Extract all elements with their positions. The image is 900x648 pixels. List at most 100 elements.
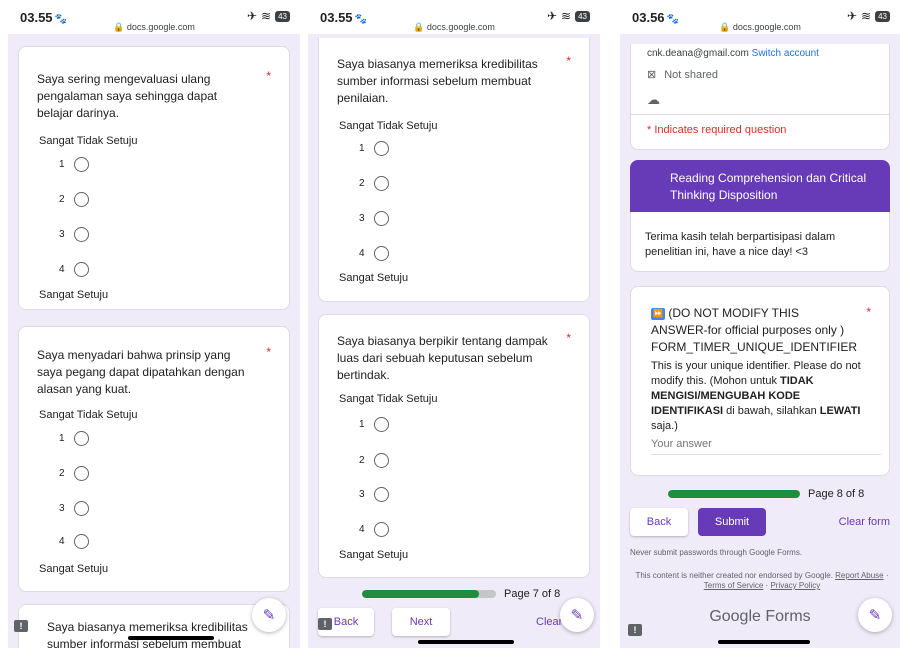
radio-circle[interactable] xyxy=(373,246,389,261)
scale-low-label: Sangat Tidak Setuju xyxy=(339,393,438,405)
home-indicator xyxy=(418,640,514,644)
radio-circle[interactable] xyxy=(73,501,89,516)
radio-option-4[interactable]: 4 xyxy=(359,522,389,537)
radio-circle[interactable] xyxy=(373,487,389,502)
url-text: docs.google.com xyxy=(732,22,801,32)
required-asterisk: * xyxy=(566,54,571,68)
feedback-icon[interactable]: ! xyxy=(14,620,28,632)
radio-circle[interactable] xyxy=(373,522,389,537)
radio-option-2[interactable]: 2 xyxy=(359,453,389,468)
feedback-icon[interactable]: ! xyxy=(628,624,642,636)
radio-option-2[interactable]: 2 xyxy=(59,192,89,207)
section-description-card: Terima kasih telah berpartisipasi dalam … xyxy=(630,212,890,272)
url-bar[interactable]: 🔒 docs.google.com xyxy=(308,22,600,33)
radio-circle[interactable] xyxy=(73,466,89,481)
home-indicator xyxy=(718,640,810,644)
url-bar[interactable]: 🔒 docs.google.com xyxy=(8,22,300,33)
radio-option-3[interactable]: 3 xyxy=(359,487,389,502)
answer-input[interactable] xyxy=(651,433,881,455)
phone-screen-2: 03.55 🐾 ✈ ≋ 43 🔒 docs.google.com Saya bia… xyxy=(308,0,600,648)
scale-low-label: Sangat Tidak Setuju xyxy=(39,409,138,421)
switch-account-link[interactable]: Switch account xyxy=(752,48,819,59)
radio-circle[interactable] xyxy=(73,534,89,549)
required-asterisk: * xyxy=(866,305,871,319)
phone-screen-3: 03.56 🐾 ✈ ≋ 43 🔒 docs.google.com cnk.dean… xyxy=(620,0,900,648)
radio-option-3[interactable]: 3 xyxy=(59,501,89,516)
pencil-icon[interactable]: ✎ xyxy=(560,598,594,632)
fast-forward-icon: ⏩ xyxy=(651,307,665,320)
question-card: ⏩ (DO NOT MODIFY THIS ANSWER-for officia… xyxy=(630,286,890,476)
radio-option-1[interactable]: 1 xyxy=(59,431,89,446)
radio-option-4[interactable]: 4 xyxy=(359,246,389,261)
battery-icon: 43 xyxy=(875,10,890,22)
radio-option-1[interactable]: 1 xyxy=(59,157,89,172)
radio-circle[interactable] xyxy=(73,227,89,242)
radio-circle[interactable] xyxy=(373,176,389,191)
radio-circle[interactable] xyxy=(73,157,89,172)
next-button[interactable]: Next xyxy=(392,608,450,636)
progress-fill xyxy=(668,490,800,498)
question-card-partial: Saya biasanya memeriksa kredibilitas sumb… xyxy=(18,604,290,648)
radio-option-4[interactable]: 4 xyxy=(59,262,89,277)
feedback-icon[interactable]: ! xyxy=(318,618,332,630)
pencil-icon[interactable]: ✎ xyxy=(252,598,286,632)
url-text: docs.google.com xyxy=(426,22,495,32)
airplane-icon: ✈ xyxy=(546,9,558,23)
radio-circle[interactable] xyxy=(73,192,89,207)
radio-option-2[interactable]: 2 xyxy=(59,466,89,481)
progress-bar xyxy=(668,490,800,498)
radio-circle[interactable] xyxy=(373,453,389,468)
section-header: Reading Comprehension dan Critical Think… xyxy=(630,160,890,212)
required-asterisk: * xyxy=(266,345,271,359)
status-bar: 03.55 🐾 ✈ ≋ 43 🔒 docs.google.com xyxy=(8,0,300,34)
phone-screen-1: 03.55 🐾 ✈ ≋ 43 🔒 docs.google.com Saya ser… xyxy=(8,0,300,648)
url-bar[interactable]: 🔒 docs.google.com xyxy=(620,22,900,33)
question-text: Saya biasanya memeriksa kredibilitas sum… xyxy=(337,57,538,105)
cloud-icon: ☁ xyxy=(647,92,660,107)
scale-high-label: Sangat Setuju xyxy=(39,563,109,575)
scale-high-label: Sangat Setuju xyxy=(339,549,409,561)
radio-option-1[interactable]: 1 xyxy=(359,141,389,156)
radio-circle[interactable] xyxy=(73,431,89,446)
radio-circle[interactable] xyxy=(373,211,389,226)
question-description: This is your unique identifier. Please d… xyxy=(651,360,861,432)
question-card: Saya menyadari bahwa prinsip yang saya p… xyxy=(18,326,290,592)
thanks-text: Terima kasih telah berpartisipasi dalam … xyxy=(645,231,836,258)
scale-low-label: Sangat Tidak Setuju xyxy=(339,120,438,132)
radio-option-4[interactable]: 4 xyxy=(59,534,89,549)
radio-option-1[interactable]: 1 xyxy=(359,417,389,432)
submit-button[interactable]: Submit xyxy=(698,508,766,536)
required-note: * Indicates required question xyxy=(647,124,787,136)
page-indicator: Page 7 of 8 xyxy=(504,588,561,600)
scale-low-label: Sangat Tidak Setuju xyxy=(39,135,138,147)
progress-bar xyxy=(362,590,496,598)
lock-icon: 🔒 xyxy=(113,22,125,32)
status-icons: ✈ ≋ 43 xyxy=(847,9,890,23)
scale-high-label: Sangat Setuju xyxy=(339,272,409,284)
pencil-icon[interactable]: ✎ xyxy=(858,598,892,632)
not-shared-text: Not shared xyxy=(664,68,719,81)
privacy-link[interactable]: Privacy Policy xyxy=(770,581,820,590)
no-share-icon: ⊠ xyxy=(647,69,657,81)
radio-circle[interactable] xyxy=(373,141,389,156)
home-indicator xyxy=(128,636,214,640)
disclaimer: This content is neither created nor endo… xyxy=(635,571,889,590)
radio-option-2[interactable]: 2 xyxy=(359,176,389,191)
radio-option-3[interactable]: 3 xyxy=(59,227,89,242)
lock-icon: 🔒 xyxy=(413,22,425,32)
not-shared-row: ⊠ Not shared xyxy=(647,68,719,82)
report-abuse-link[interactable]: Report Abuse xyxy=(835,571,883,580)
terms-link[interactable]: Terms of Service xyxy=(704,581,764,590)
radio-circle[interactable] xyxy=(73,262,89,277)
question-title: ⏩ (DO NOT MODIFY THIS ANSWER-for officia… xyxy=(651,306,858,354)
scale-high-label: Sangat Setuju xyxy=(39,289,109,301)
status-icons: ✈ ≋ 43 xyxy=(247,9,290,23)
wifi-icon: ≋ xyxy=(261,9,272,23)
clear-form-button[interactable]: Clear form xyxy=(839,516,890,528)
question-card: Saya biasanya berpikir tentang dampak lu… xyxy=(318,314,590,578)
radio-circle[interactable] xyxy=(373,417,389,432)
divider xyxy=(631,114,889,115)
radio-option-3[interactable]: 3 xyxy=(359,211,389,226)
url-text: docs.google.com xyxy=(126,22,195,32)
back-button[interactable]: Back xyxy=(630,508,688,536)
